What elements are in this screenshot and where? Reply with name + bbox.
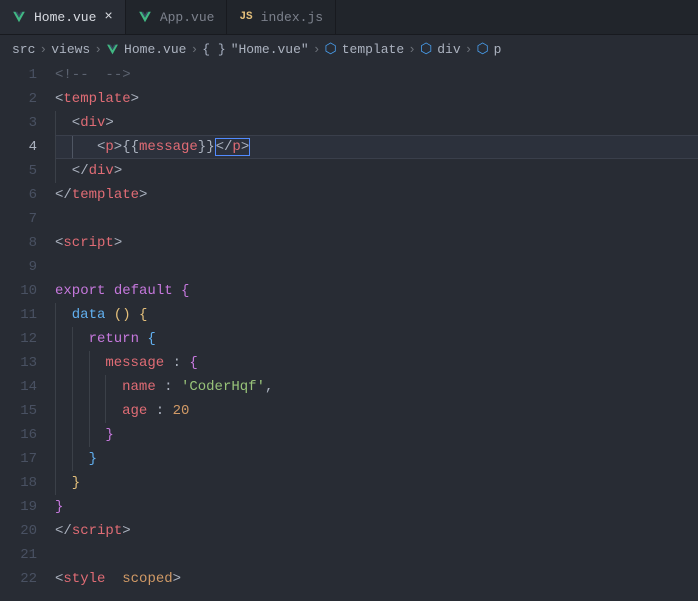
line-number: 5 (0, 159, 37, 183)
breadcrumb-item-src[interactable]: src (12, 42, 35, 57)
tab-index-js[interactable]: JS index.js (227, 0, 336, 34)
breadcrumb-item-scope[interactable]: { } "Home.vue" (202, 42, 308, 57)
line-number: 18 (0, 471, 37, 495)
line-number: 9 (0, 255, 37, 279)
line-number: 19 (0, 495, 37, 519)
code-line (55, 255, 698, 279)
breadcrumb-item-views[interactable]: views (51, 42, 90, 57)
code-line: message : { (55, 351, 698, 375)
code-line: age : 20 (55, 399, 698, 423)
line-number: 6 (0, 183, 37, 207)
line-number: 20 (0, 519, 37, 543)
code-line: } (55, 471, 698, 495)
tab-home-vue[interactable]: Home.vue × (0, 0, 126, 34)
tab-label: index.js (261, 10, 323, 25)
chevron-right-icon: › (465, 42, 473, 57)
line-number-gutter: 12345678910111213141516171819202122 (0, 63, 55, 601)
code-line: </script> (55, 519, 698, 543)
code-area[interactable]: <!-- --> <template> <div> <p>{{message}}… (55, 63, 698, 601)
code-line: </div> (55, 159, 698, 183)
code-line: <!-- --> (55, 63, 698, 87)
line-number: 10 (0, 279, 37, 303)
line-number: 14 (0, 375, 37, 399)
line-number: 13 (0, 351, 37, 375)
code-line: return { (55, 327, 698, 351)
cube-icon: ⬡ (476, 41, 488, 58)
tab-label: App.vue (160, 10, 215, 25)
js-icon: JS (239, 11, 252, 23)
chevron-right-icon: › (190, 42, 198, 57)
code-line: </template> (55, 183, 698, 207)
line-number: 17 (0, 447, 37, 471)
line-number: 15 (0, 399, 37, 423)
line-number: 2 (0, 87, 37, 111)
code-line: export default { (55, 279, 698, 303)
vue-icon (12, 10, 26, 24)
code-line: <template> (55, 87, 698, 111)
breadcrumb: src › views › Home.vue › { } "Home.vue" … (0, 35, 698, 63)
code-line (55, 207, 698, 231)
code-line: data () { (55, 303, 698, 327)
braces-icon: { } (202, 42, 225, 57)
code-line: } (55, 495, 698, 519)
tab-bar: Home.vue × App.vue JS index.js (0, 0, 698, 35)
line-number: 21 (0, 543, 37, 567)
chevron-right-icon: › (408, 42, 416, 57)
tab-label: Home.vue (34, 10, 96, 25)
chevron-right-icon: › (313, 42, 321, 57)
line-number: 12 (0, 327, 37, 351)
line-number: 11 (0, 303, 37, 327)
code-line: name : 'CoderHqf', (55, 375, 698, 399)
code-line: } (55, 423, 698, 447)
code-line: } (55, 447, 698, 471)
code-line: <style scoped> (55, 567, 698, 591)
vue-icon (106, 43, 119, 56)
line-number: 16 (0, 423, 37, 447)
breadcrumb-item-template[interactable]: ⬡ template (325, 41, 405, 58)
code-line: <div> (55, 111, 698, 135)
code-line (55, 543, 698, 567)
close-icon[interactable]: × (104, 10, 112, 24)
code-editor[interactable]: 12345678910111213141516171819202122 <!--… (0, 63, 698, 601)
cube-icon: ⬡ (420, 41, 432, 58)
code-line: <p>{{message}}</p> (55, 135, 698, 159)
chevron-right-icon: › (94, 42, 102, 57)
breadcrumb-item-file[interactable]: Home.vue (106, 42, 186, 57)
chevron-right-icon: › (39, 42, 47, 57)
line-number: 3 (0, 111, 37, 135)
cube-icon: ⬡ (325, 41, 337, 58)
line-number: 22 (0, 567, 37, 591)
breadcrumb-item-p[interactable]: ⬡ p (476, 41, 501, 58)
line-number: 7 (0, 207, 37, 231)
line-number: 8 (0, 231, 37, 255)
tab-app-vue[interactable]: App.vue (126, 0, 228, 34)
vue-icon (138, 10, 152, 24)
line-number: 4 (0, 135, 37, 159)
code-line: <script> (55, 231, 698, 255)
breadcrumb-item-div[interactable]: ⬡ div (420, 41, 461, 58)
line-number: 1 (0, 63, 37, 87)
